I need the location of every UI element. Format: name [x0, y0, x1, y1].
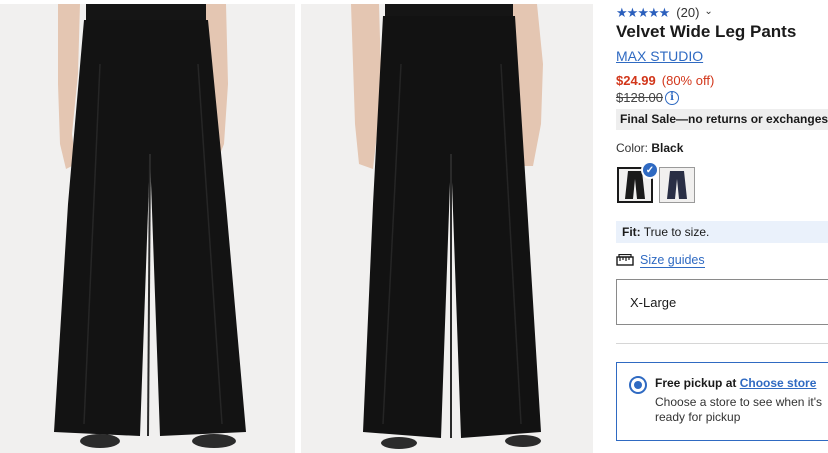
product-image-back[interactable] — [301, 4, 593, 453]
sale-price: $24.99 — [616, 73, 656, 88]
chevron-down-icon[interactable]: ⌄ — [704, 6, 712, 17]
size-guides-label[interactable]: Size guides — [640, 253, 705, 268]
product-details-panel: ★ ★ ★ ★ ★ (20) ⌄ Velvet Wide Leg Pants M… — [616, 0, 828, 453]
size-guides-link[interactable]: Size guides — [616, 253, 705, 268]
pickup-radio[interactable] — [629, 376, 647, 394]
info-icon[interactable]: i — [665, 90, 679, 105]
pickup-title: Free pickup at Choose store — [655, 376, 816, 390]
brand-link[interactable]: MAX STUDIO — [616, 48, 703, 64]
star-icon: ★ — [637, 4, 649, 20]
star-icon: ★ — [658, 4, 671, 20]
color-swatch-navy[interactable] — [659, 167, 695, 203]
fit-info: Fit: True to size. — [616, 221, 828, 243]
color-label: Color: Black — [616, 141, 683, 155]
selected-color: Black — [651, 141, 684, 155]
star-icon: ★ — [616, 4, 628, 20]
star-rating: ★ ★ ★ ★ ★ — [616, 4, 671, 20]
star-icon: ★ — [626, 4, 639, 20]
divider — [616, 343, 828, 344]
size-select[interactable]: X-Large — [616, 279, 828, 325]
fit-value: True to size. — [643, 225, 710, 239]
pickup-option[interactable]: Free pickup at Choose store Choose a sto… — [616, 362, 828, 441]
original-price-row: $128.00 i — [616, 90, 679, 105]
star-icon: ★ — [647, 4, 660, 20]
pickup-description: Choose a store to see when it's ready fo… — [655, 395, 823, 424]
color-label-text: Color: — [616, 141, 649, 155]
pickup-prefix: Free pickup at — [655, 376, 740, 390]
original-price: $128.00 — [616, 90, 663, 105]
fit-label: Fit: — [622, 225, 641, 239]
product-title: Velvet Wide Leg Pants — [616, 22, 797, 41]
choose-store-link[interactable]: Choose store — [740, 376, 817, 390]
price-row: $24.99 (80% off) — [616, 73, 714, 88]
product-image-front[interactable] — [0, 4, 295, 453]
final-sale-notice: Final Sale—no returns or exchanges — [616, 109, 828, 130]
rating-summary[interactable]: ★ ★ ★ ★ ★ (20) ⌄ — [616, 4, 713, 20]
ruler-icon — [616, 253, 634, 266]
discount-percent: (80% off) — [661, 73, 715, 88]
review-count[interactable]: (20) — [676, 5, 699, 20]
check-icon: ✓ — [641, 161, 659, 179]
